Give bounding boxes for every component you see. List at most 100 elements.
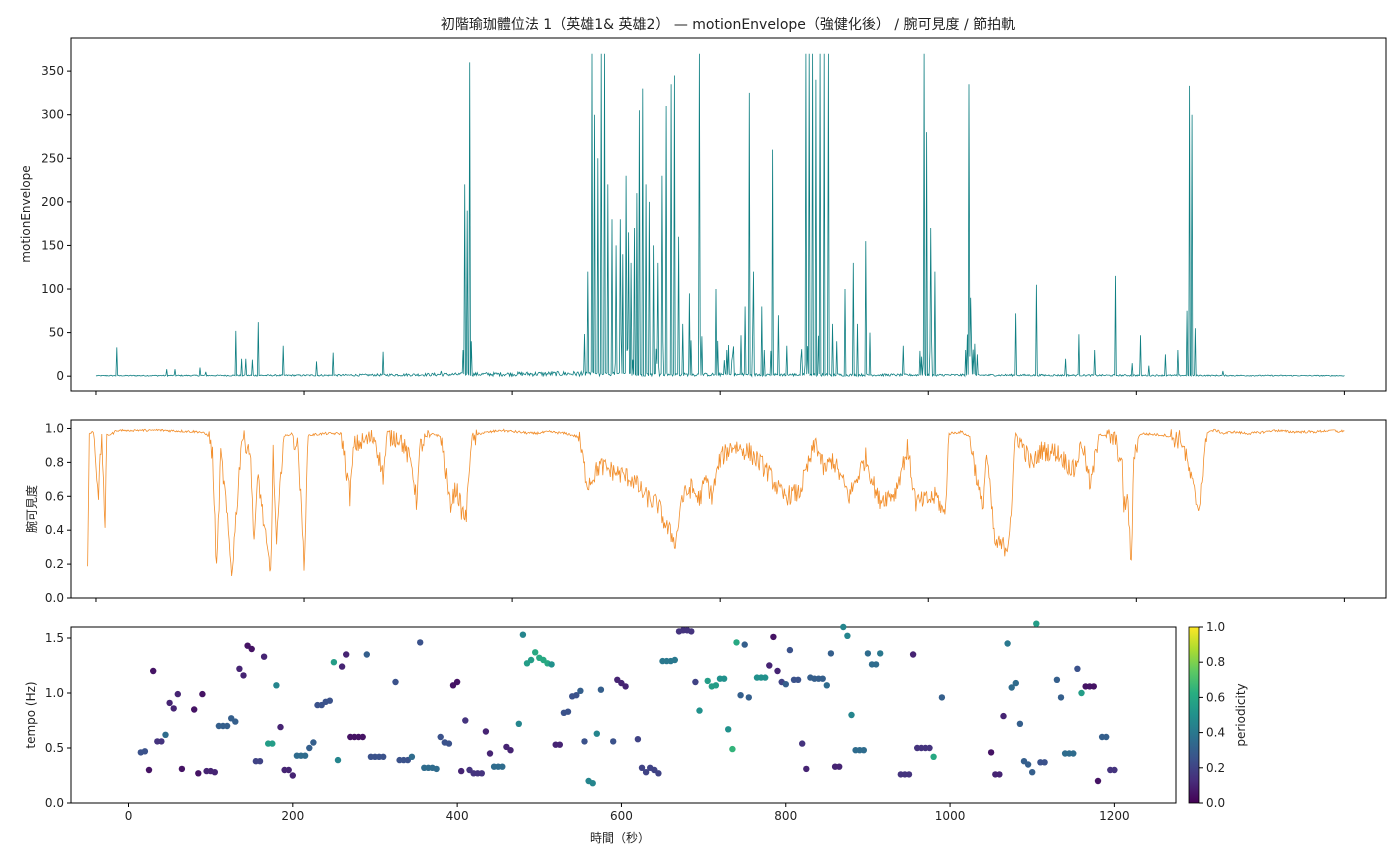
- tempo-y-ticks: 0.0 0.5 1.0 1.5: [45, 631, 71, 810]
- tempo-point: [872, 661, 880, 668]
- colorbar-tick-label: 0.6: [1206, 690, 1225, 704]
- y-tick-label: 50: [49, 326, 64, 340]
- tempo-point: [1024, 761, 1032, 768]
- tempo-point: [786, 646, 794, 654]
- tempo-point: [581, 738, 588, 745]
- tempo-point: [848, 711, 855, 719]
- x-tick-label: 1200: [1099, 809, 1130, 823]
- tempo-point: [178, 765, 186, 773]
- x-tick-label: 0: [125, 809, 133, 823]
- tempo-point: [256, 758, 264, 765]
- tempo-point: [577, 687, 584, 694]
- y-tick-label: 1.5: [45, 631, 64, 645]
- tempo-point: [289, 772, 296, 779]
- tempo-x-label: 時間（秒）: [590, 831, 650, 845]
- tempo-point: [162, 731, 169, 738]
- tempo-point: [359, 733, 366, 741]
- x-tick-label: 1000: [935, 809, 966, 823]
- tempo-point: [380, 753, 387, 760]
- tempo-frame: [70, 626, 1177, 804]
- tempo-point: [248, 645, 255, 653]
- motion-envelope-panel: 0 50 100 150 200 250 300 350 motionEnvelope: [19, 37, 1387, 395]
- y-tick-label: 0.0: [45, 591, 64, 605]
- figure: 初階瑜珈體位法 1（英雄1& 英雄2） — motionEnvelope（強健化…: [19, 16, 1387, 845]
- tempo-point: [277, 723, 284, 731]
- tempo-point: [720, 675, 728, 682]
- tempo-point: [458, 767, 465, 775]
- y-tick-label: 350: [41, 64, 64, 78]
- y-tick-label: 0.0: [45, 796, 64, 810]
- tempo-point: [532, 649, 539, 656]
- y-tick-label: 100: [41, 282, 64, 296]
- tempo-point: [478, 770, 485, 777]
- tempo-point: [1004, 640, 1011, 647]
- y-tick-label: 0.6: [45, 489, 64, 503]
- tempo-point: [170, 705, 177, 712]
- tempo-point: [232, 718, 239, 725]
- tempo-point: [987, 749, 995, 756]
- tempo-point: [1078, 689, 1085, 697]
- tempo-point: [334, 756, 342, 764]
- y-tick-label: 0.5: [45, 741, 64, 755]
- tempo-point: [996, 771, 1003, 778]
- tempo-point: [1074, 665, 1081, 672]
- tempo-point: [515, 720, 522, 727]
- figure-title: 初階瑜珈體位法 1（英雄1& 英雄2） — motionEnvelope（強健化…: [441, 16, 1015, 33]
- y-tick-label: 200: [41, 195, 64, 209]
- tempo-point: [1094, 777, 1102, 785]
- wrist-visibility-line: [87, 428, 1345, 577]
- colorbar-tick-label: 1.0: [1206, 620, 1225, 634]
- wrist-visibility-x-ticks: [95, 598, 1345, 602]
- tempo-point: [610, 738, 617, 745]
- tempo-point: [158, 738, 165, 745]
- tempo-point: [338, 663, 346, 670]
- tempo-point: [236, 665, 243, 672]
- tempo-point: [770, 633, 777, 641]
- tempo-point: [285, 766, 292, 774]
- tempo-point: [330, 659, 338, 666]
- tempo-point: [527, 656, 535, 664]
- colorbar-tick-label: 0.0: [1206, 796, 1225, 810]
- tempo-x-ticks: 0 200 400 600 800 1000 1200: [125, 803, 1130, 823]
- colorbar-ticks: 0.0 0.2 0.4 0.6 0.8 1.0: [1199, 620, 1225, 810]
- tempo-point: [1111, 766, 1118, 774]
- x-tick-label: 400: [446, 809, 469, 823]
- colorbar-tick-label: 0.8: [1206, 655, 1225, 669]
- tempo-point: [905, 771, 913, 778]
- x-tick-label: 800: [774, 809, 797, 823]
- tempo-point: [741, 641, 748, 648]
- y-tick-label: 250: [41, 151, 64, 165]
- tempo-point: [823, 682, 830, 689]
- tempo-point: [482, 728, 490, 735]
- tempo-point: [688, 628, 695, 635]
- tempo-point: [712, 682, 720, 689]
- colorbar-tick-label: 0.2: [1206, 761, 1225, 775]
- motion-envelope-line: [95, 53, 1345, 378]
- tempo-point: [926, 744, 933, 752]
- tempo-point: [930, 753, 937, 760]
- tempo-point: [762, 674, 769, 681]
- tempo-point: [745, 694, 752, 701]
- tempo-point: [938, 694, 946, 701]
- tempo-point: [692, 678, 699, 686]
- tempo-point: [593, 730, 600, 737]
- tempo-point: [799, 740, 806, 747]
- tempo-point: [1000, 712, 1007, 720]
- tempo-point: [269, 740, 276, 747]
- tempo-point: [145, 766, 153, 774]
- tempo-point: [519, 631, 527, 638]
- tempo-point: [1029, 769, 1036, 776]
- tempo-point: [445, 740, 453, 747]
- tempo-point: [840, 623, 847, 631]
- tempo-point: [199, 690, 206, 698]
- tempo-point: [166, 699, 173, 707]
- tempo-point: [909, 651, 917, 658]
- tempo-point: [273, 682, 280, 689]
- tempo-point: [507, 747, 514, 754]
- tempo-point: [548, 661, 555, 668]
- tempo-point: [437, 733, 444, 741]
- tempo-point: [860, 747, 867, 754]
- tempo-point: [782, 681, 789, 688]
- tempo-point: [1053, 676, 1061, 683]
- tempo-point: [556, 741, 563, 748]
